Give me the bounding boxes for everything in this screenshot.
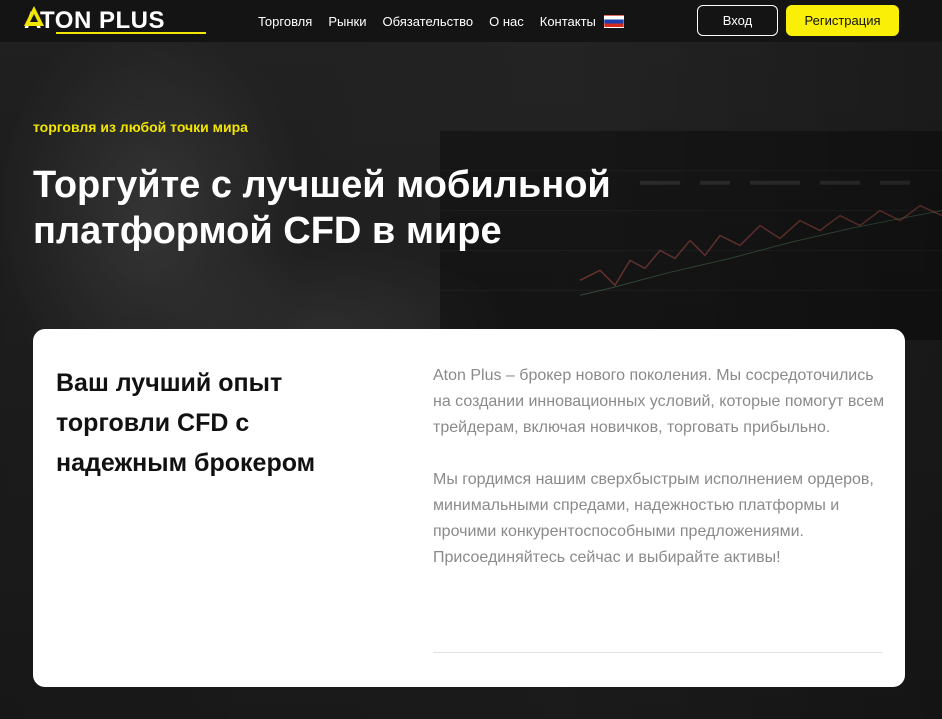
hero-title-line2: платформой CFD в мире — [33, 210, 502, 252]
card-description: Aton Plus – брокер нового поколения. Мы … — [433, 363, 885, 571]
nav-link-commitment[interactable]: Обязательство — [382, 14, 473, 29]
register-button[interactable]: Регистрация — [786, 5, 899, 36]
nav-link-about[interactable]: О нас — [489, 14, 524, 29]
brand-logo[interactable]: ATON PLUS — [24, 6, 206, 35]
hero-eyebrow: торговля из любой точки мира — [33, 119, 248, 135]
logo-underline — [56, 32, 206, 34]
hero-title-line1: Торгуйте с лучшей мобильной — [33, 164, 611, 206]
russia-flag-icon[interactable] — [603, 14, 624, 28]
top-navbar: ATON PLUS Торговля Рынки Обязательство О… — [0, 0, 942, 42]
card-title-line3: надежным брокером — [56, 449, 316, 477]
login-button[interactable]: Вход — [697, 5, 778, 36]
intro-card: Ваш лучший опыт торговли CFD с надежным … — [33, 329, 905, 687]
logo-text: ATON PLUS — [24, 7, 165, 34]
nav-link-markets[interactable]: Рынки — [328, 14, 366, 29]
card-divider — [433, 652, 883, 653]
logo-triangle-icon — [24, 6, 44, 26]
hero-title: Торгуйте с лучшей мобильной платформой C… — [33, 162, 733, 254]
card-paragraph-2: Мы гордимся нашим сверхбыстрым исполнени… — [433, 471, 874, 566]
nav-link-contacts[interactable]: Контакты — [540, 14, 596, 29]
card-title: Ваш лучший опыт торговли CFD с надежным … — [56, 363, 376, 483]
main-nav: Торговля Рынки Обязательство О нас Конта… — [258, 0, 624, 42]
card-paragraph-1: Aton Plus – брокер нового поколения. Мы … — [433, 367, 885, 436]
nav-link-trading[interactable]: Торговля — [258, 14, 312, 29]
card-title-line1: Ваш лучший опыт — [56, 369, 283, 397]
card-title-line2: торговли CFD с — [56, 409, 250, 437]
